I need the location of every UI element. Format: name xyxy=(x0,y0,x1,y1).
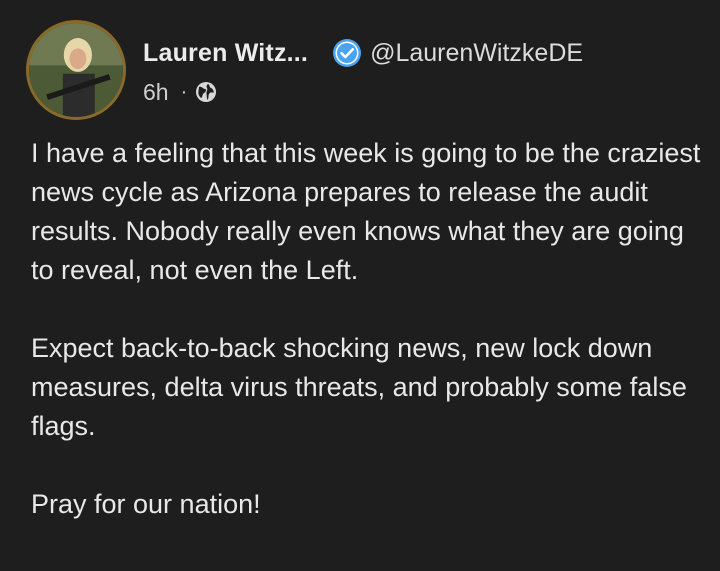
avatar-photo xyxy=(29,23,123,117)
post-timestamp[interactable]: 6h xyxy=(143,79,169,106)
meta-separator: · xyxy=(180,80,188,103)
post-header: Lauren Witz... @LaurenWitzkeDE xyxy=(143,37,583,69)
post-paragraph: Expect back-to-back shocking news, new l… xyxy=(31,333,687,441)
avatar[interactable] xyxy=(26,20,126,120)
social-post: Lauren Witz... @LaurenWitzkeDE 6h · I ha… xyxy=(0,0,720,571)
post-meta: 6h · xyxy=(143,78,217,106)
globe-icon xyxy=(195,81,217,103)
author-name[interactable]: Lauren Witz... xyxy=(143,39,308,68)
post-paragraph: I have a feeling that this week is going… xyxy=(31,138,701,285)
post-paragraph: Pray for our nation! xyxy=(31,489,261,519)
post-body: I have a feeling that this week is going… xyxy=(31,134,701,524)
verified-check-icon xyxy=(332,38,362,68)
author-handle[interactable]: @LaurenWitzkeDE xyxy=(370,39,583,68)
